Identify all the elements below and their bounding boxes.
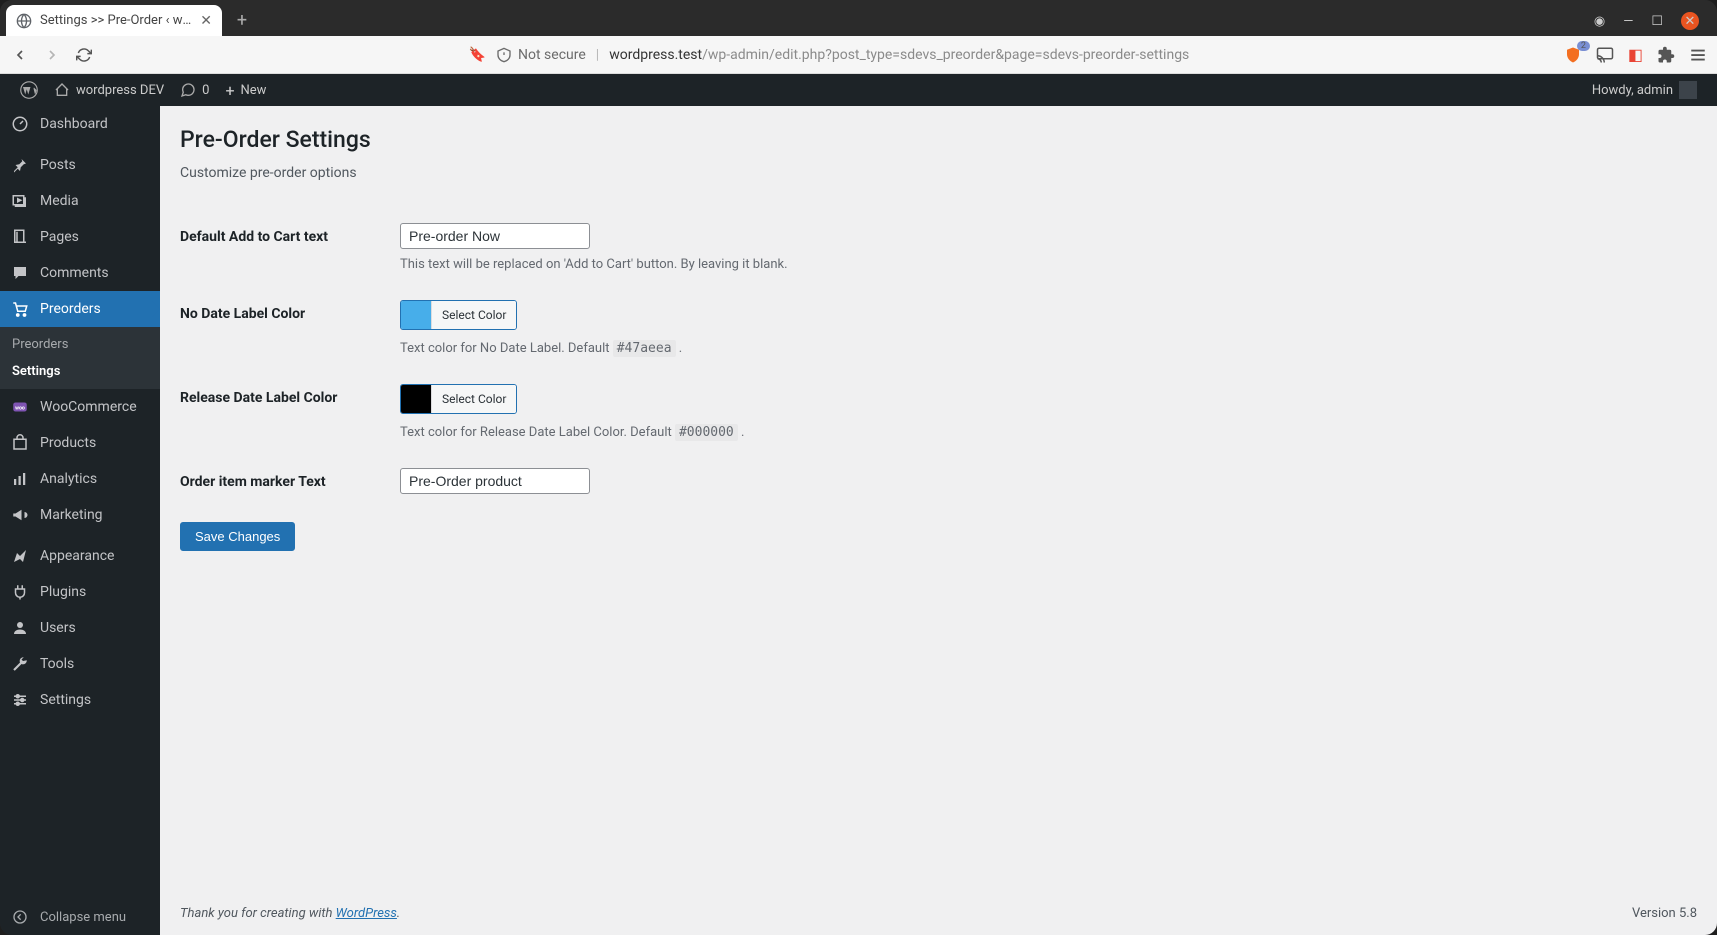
sidebar-item-dashboard[interactable]: Dashboard bbox=[0, 106, 160, 142]
cart-icon bbox=[10, 299, 30, 319]
color-picker-release[interactable]: Select Color bbox=[400, 384, 517, 414]
label-marker-text: Order item marker Text bbox=[180, 468, 400, 494]
sidebar-item-plugins[interactable]: Plugins bbox=[0, 574, 160, 610]
forward-icon[interactable] bbox=[42, 45, 62, 65]
admin-sidebar: Dashboard Posts Media Pages Comments P bbox=[0, 106, 160, 935]
avatar bbox=[1679, 81, 1697, 99]
wp-adminbar: wordpress DEV 0 + New Howdy, admin bbox=[0, 74, 1717, 106]
plugins-icon bbox=[10, 582, 30, 602]
app-icon[interactable]: ◧ bbox=[1628, 45, 1643, 64]
row-marker-text: Order item marker Text bbox=[180, 454, 1697, 508]
sidebar-item-preorders[interactable]: Preorders bbox=[0, 291, 160, 327]
users-icon bbox=[10, 618, 30, 638]
wp-footer: Thank you for creating with WordPress. V… bbox=[160, 892, 1717, 935]
appearance-icon bbox=[10, 546, 30, 566]
pages-icon bbox=[10, 227, 30, 247]
browser-tab[interactable]: Settings >> Pre-Order ‹ wo… ✕ bbox=[6, 5, 222, 36]
label-no-date-color: No Date Label Color bbox=[180, 300, 400, 356]
tab-title: Settings >> Pre-Order ‹ wo… bbox=[40, 13, 192, 28]
submenu-preorders: Preorders Settings bbox=[0, 327, 160, 389]
pin-icon bbox=[10, 155, 30, 175]
row-release-color: Release Date Label Color Select Color Te… bbox=[180, 370, 1697, 454]
browser-toolbar: 🔖 Not secure | wordpress.test/wp-admin/e… bbox=[0, 36, 1717, 74]
not-secure-label[interactable]: Not secure bbox=[496, 47, 586, 63]
sidebar-item-tools[interactable]: Tools bbox=[0, 646, 160, 682]
bookmark-icon[interactable]: 🔖 bbox=[469, 47, 486, 63]
svg-text:woo: woo bbox=[15, 405, 25, 411]
maximize-icon[interactable]: ☐ bbox=[1651, 14, 1663, 29]
version-label: Version 5.8 bbox=[1632, 906, 1697, 921]
input-marker-text[interactable] bbox=[400, 468, 590, 494]
label-cart-text: Default Add to Cart text bbox=[180, 223, 400, 272]
sidebar-item-posts[interactable]: Posts bbox=[0, 147, 160, 183]
content-area: Pre-Order Settings Customize pre-order o… bbox=[160, 106, 1717, 935]
woocommerce-icon: woo bbox=[10, 397, 30, 417]
back-icon[interactable] bbox=[10, 45, 30, 65]
megaphone-icon bbox=[10, 505, 30, 525]
new-content-link[interactable]: + New bbox=[217, 81, 274, 100]
sidebar-item-appearance[interactable]: Appearance bbox=[0, 538, 160, 574]
swatch-no-date bbox=[401, 301, 431, 329]
howdy-link[interactable]: Howdy, admin bbox=[1584, 81, 1705, 99]
sidebar-item-analytics[interactable]: Analytics bbox=[0, 461, 160, 497]
browser-menu-icon[interactable] bbox=[1689, 46, 1707, 64]
desc-cart-text: This text will be replaced on 'Add to Ca… bbox=[400, 257, 1697, 272]
sidebar-item-products[interactable]: Products bbox=[0, 425, 160, 461]
globe-icon bbox=[16, 13, 32, 29]
sidebar-item-comments[interactable]: Comments bbox=[0, 255, 160, 291]
page-subtitle: Customize pre-order options bbox=[180, 165, 1697, 181]
row-no-date-color: No Date Label Color Select Color Text co… bbox=[180, 286, 1697, 370]
desc-release: Text color for Release Date Label Color.… bbox=[400, 425, 1697, 440]
reload-icon[interactable] bbox=[74, 45, 94, 65]
minimize-icon[interactable]: — bbox=[1623, 14, 1633, 29]
desc-no-date: Text color for No Date Label. Default #4… bbox=[400, 341, 1697, 356]
sidebar-item-marketing[interactable]: Marketing bbox=[0, 497, 160, 533]
extensions-icon[interactable] bbox=[1657, 46, 1675, 64]
swatch-release bbox=[401, 385, 431, 413]
url: wordpress.test/wp-admin/edit.php?post_ty… bbox=[609, 47, 1189, 63]
sidebar-item-users[interactable]: Users bbox=[0, 610, 160, 646]
settings-icon bbox=[10, 690, 30, 710]
site-name-link[interactable]: wordpress DEV bbox=[46, 82, 172, 98]
browser-tab-bar: Settings >> Pre-Order ‹ wo… ✕ + ◉ — ☐ ✕ bbox=[0, 0, 1717, 36]
toolbar-right-icons: 2 ◧ bbox=[1564, 45, 1707, 64]
window-controls: ◉ — ☐ ✕ bbox=[1594, 12, 1711, 36]
wordpress-link[interactable]: WordPress bbox=[336, 906, 397, 921]
settings-dot-icon[interactable]: ◉ bbox=[1594, 14, 1605, 29]
sidebar-item-media[interactable]: Media bbox=[0, 183, 160, 219]
color-picker-no-date[interactable]: Select Color bbox=[400, 300, 517, 330]
save-changes-button[interactable]: Save Changes bbox=[180, 522, 295, 551]
comments-icon bbox=[10, 263, 30, 283]
select-color-button[interactable]: Select Color bbox=[431, 385, 516, 413]
tools-icon bbox=[10, 654, 30, 674]
page-title: Pre-Order Settings bbox=[180, 126, 1697, 153]
input-cart-text[interactable] bbox=[400, 223, 590, 249]
cast-icon[interactable] bbox=[1596, 46, 1614, 64]
row-cart-text: Default Add to Cart text This text will … bbox=[180, 209, 1697, 286]
address-bar[interactable]: 🔖 Not secure | wordpress.test/wp-admin/e… bbox=[106, 47, 1552, 63]
analytics-icon bbox=[10, 469, 30, 489]
sidebar-item-pages[interactable]: Pages bbox=[0, 219, 160, 255]
collapse-menu[interactable]: Collapse menu bbox=[0, 899, 160, 935]
wp-logo[interactable] bbox=[12, 81, 46, 99]
submenu-item-settings[interactable]: Settings bbox=[0, 358, 160, 385]
media-icon bbox=[10, 191, 30, 211]
label-release-color: Release Date Label Color bbox=[180, 384, 400, 440]
select-color-button[interactable]: Select Color bbox=[431, 301, 516, 329]
dashboard-icon bbox=[10, 114, 30, 134]
new-tab-button[interactable]: + bbox=[228, 6, 256, 34]
collapse-icon bbox=[10, 907, 30, 927]
comments-link[interactable]: 0 bbox=[172, 82, 217, 98]
shield-badge: 2 bbox=[1577, 41, 1590, 51]
window-close-icon[interactable]: ✕ bbox=[1681, 12, 1699, 30]
products-icon bbox=[10, 433, 30, 453]
shield-icon[interactable]: 2 bbox=[1564, 46, 1582, 64]
sidebar-item-woocommerce[interactable]: woo WooCommerce bbox=[0, 389, 160, 425]
submenu-item-preorders[interactable]: Preorders bbox=[0, 331, 160, 358]
sidebar-item-settings[interactable]: Settings bbox=[0, 682, 160, 718]
close-tab-icon[interactable]: ✕ bbox=[200, 13, 212, 29]
